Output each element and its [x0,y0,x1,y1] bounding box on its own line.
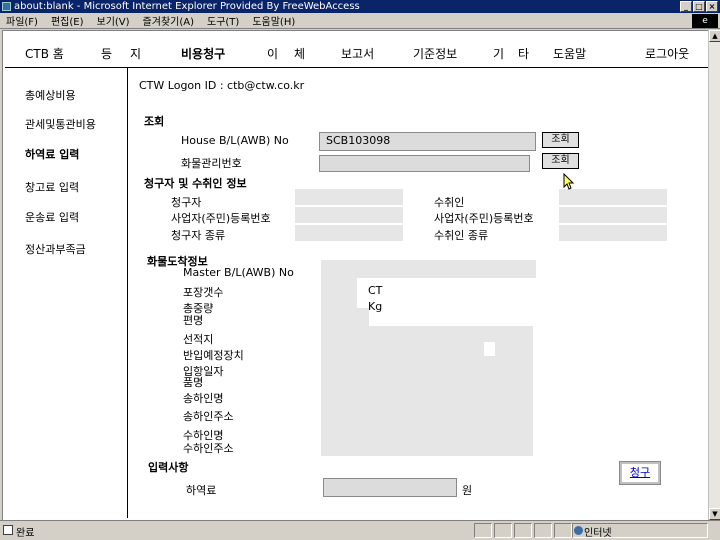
menu-view[interactable]: 보기(V) [97,13,130,28]
sidebar-divider [127,68,128,518]
window-titlebar: about:blank - Microsoft Internet Explore… [0,0,720,13]
payee-reg-label: 사업자(주민)등록번호 [434,212,534,225]
cargo-number-label: 화물관리번호 [181,157,242,170]
vertical-scrollbar[interactable]: ▲ ▼ [708,30,720,520]
menu-bar: 파일(F) 편집(E) 보기(V) 즐겨찾기(A) 도구(T) 도움말(H) e [0,13,720,29]
claimant-type-value [295,225,403,241]
sidebar-item-storage[interactable]: 창고료 입력 [25,179,79,195]
inquiry-button-2[interactable]: 조회 [542,153,579,169]
bonded-area-value [321,342,484,356]
vessel-label: 편명 [183,314,204,327]
close-button[interactable]: × [706,1,718,12]
nav-transfer-1[interactable]: 이 [267,45,278,62]
scroll-down-icon[interactable]: ▼ [709,508,720,520]
packages-label: 포장갯수 [183,286,224,299]
status-cell [514,523,532,538]
sidebar-item-customs[interactable]: 관세및통관비용 [25,116,96,132]
handling-fee-input[interactable] [323,478,457,497]
internet-zone-icon [574,526,583,535]
vessel-value [321,308,369,326]
nav-reports[interactable]: 보고서 [341,45,374,62]
status-cell [474,523,492,538]
weight-unit: Kg [368,300,383,313]
minimize-button[interactable]: _ [680,1,692,12]
page-status-icon [3,525,13,535]
bl-number-input[interactable]: SCB103098 [319,132,536,151]
nav-register-1[interactable]: 등 [101,45,112,62]
menu-favorites[interactable]: 즐겨찾기(A) [143,13,194,28]
page-content: CTB 홈 등 지 비용청구 이 체 보고서 기준정보 기 타 도움말 로그아웃… [2,30,708,520]
ie-icon [2,2,11,11]
inquiry-section-title: 조회 [144,115,165,128]
submit-claim-button[interactable]: 청구 [619,461,661,485]
nav-transfer-2[interactable]: 체 [294,45,305,62]
menu-tools[interactable]: 도구(T) [207,13,239,28]
nav-logout[interactable]: 로그아웃 [645,45,689,62]
nav-register-2[interactable]: 지 [130,45,141,62]
nav-reference[interactable]: 기준정보 [413,45,457,62]
nav-help[interactable]: 도움말 [553,45,586,62]
status-cell [534,523,552,538]
claimant-reg-label: 사업자(주민)등록번호 [171,212,271,225]
claimant-value [295,189,403,205]
status-bar: 완료 인터넷 [0,520,720,540]
claimant-section-title: 청구자 및 수취인 정보 [144,177,247,190]
status-text: 완료 [16,528,35,539]
bl-label: House B/L(AWB) No [181,134,289,147]
claimant-reg-value [295,207,403,223]
shipper-name-label: 송하인명 [183,392,224,405]
payee-reg-value [559,207,667,223]
nav-other-2[interactable]: 타 [518,45,529,62]
payee-type-value [559,225,667,241]
scroll-up-icon[interactable]: ▲ [709,30,720,42]
payee-label: 수취인 [434,196,465,209]
inquiry-button-1[interactable]: 조회 [542,132,579,148]
loading-port-label: 선적지 [183,333,214,346]
logon-info: CTW Logon ID : ctb@ctw.co.kr [139,79,305,92]
window-title: about:blank - Microsoft Internet Explore… [14,1,360,12]
consignee-address-label: 수하인주소 [183,442,234,455]
input-section-title: 입력사항 [148,461,189,474]
nav-divider [5,67,708,68]
security-zone-label: 인터넷 [584,528,612,539]
nav-ctb-home[interactable]: CTB 홈 [25,45,64,62]
sidebar-item-handling[interactable]: 하역료 입력 [25,146,79,162]
payee-type-label: 수취인 종류 [434,229,489,242]
master-bl-label: Master B/L(AWB) No [183,266,294,279]
currency-label: 원 [462,484,473,497]
claimant-type-label: 청구자 종류 [171,229,226,242]
bonded-area-label: 반입예정장치 [183,349,244,362]
sidebar-item-settlement[interactable]: 정산과부족금 [25,241,86,257]
item-name-label: 품명 [183,376,204,389]
mouse-cursor-icon [563,173,575,190]
shipper-address-label: 송하인주소 [183,410,234,423]
menu-help[interactable]: 도움말(H) [252,13,295,28]
payee-value [559,189,667,205]
windows-logo-icon: e [692,14,718,28]
sidebar-item-transport[interactable]: 운송료 입력 [25,209,79,225]
maximize-button[interactable]: □ [693,1,705,12]
arrival-details-block [321,356,533,456]
menu-edit[interactable]: 편집(E) [51,13,84,28]
loading-port-value [321,326,533,342]
handling-fee-label: 하역료 [186,484,217,497]
status-cell [554,523,572,538]
menu-file[interactable]: 파일(F) [6,13,38,28]
bonded-area-value-2 [495,342,533,356]
sidebar-item-total-cost[interactable]: 총예상비용 [25,87,76,103]
claimant-label: 청구자 [171,196,202,209]
nav-billing[interactable]: 비용청구 [181,45,225,62]
nav-other-1[interactable]: 기 [493,45,504,62]
status-cell [494,523,512,538]
cargo-number-input[interactable] [319,155,530,172]
master-bl-value [321,260,536,278]
packages-unit: CT [368,284,383,297]
